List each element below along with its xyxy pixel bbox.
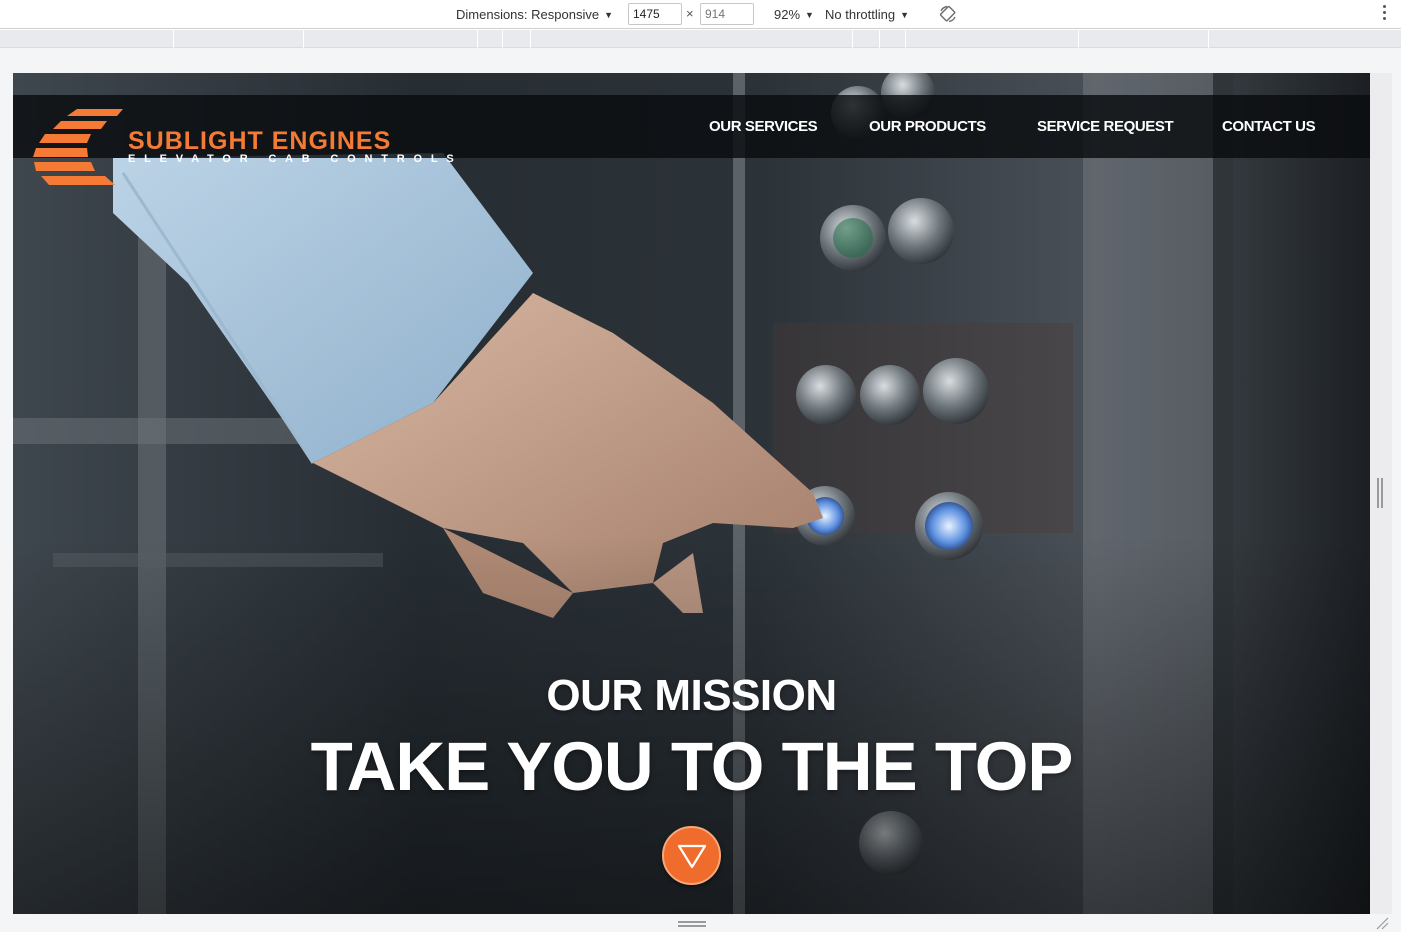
devtools-device-toolbar: Dimensions: Responsive ▼ × 92% ▼ No thrott… xyxy=(0,0,1401,29)
triangle-down-icon xyxy=(677,844,707,869)
chevron-down-icon: ▼ xyxy=(900,10,910,20)
site-viewport: SUBLIGHT ENGINES ELEVATOR CAB CONTROLS O… xyxy=(13,73,1370,914)
mission-kicker: OUR MISSION xyxy=(546,671,837,720)
throttling-dropdown[interactable]: No throttling ▼ xyxy=(825,6,909,23)
throttling-label: No throttling xyxy=(825,7,896,22)
logo-subtitle: ELEVATOR CAB CONTROLS xyxy=(128,153,463,165)
zoom-dropdown[interactable]: 92% ▼ xyxy=(774,6,814,23)
chevron-down-icon: ▼ xyxy=(805,10,814,20)
height-input[interactable] xyxy=(700,3,754,25)
resize-handle-bottom[interactable] xyxy=(678,921,706,929)
resize-handle-right[interactable] xyxy=(1377,478,1384,508)
dimensions-label: Dimensions: Responsive xyxy=(456,7,600,22)
times-symbol: × xyxy=(686,6,694,21)
site-header: SUBLIGHT ENGINES ELEVATOR CAB CONTROLS O… xyxy=(13,95,1370,185)
width-input[interactable] xyxy=(628,3,682,25)
media-query-ruler[interactable] xyxy=(0,30,1401,48)
dimensions-dropdown[interactable]: Dimensions: Responsive ▼ xyxy=(456,6,613,23)
nav-service-request[interactable]: SERVICE REQUEST xyxy=(1037,118,1174,138)
more-vertical-icon[interactable] xyxy=(1380,5,1388,23)
zoom-label: 92% xyxy=(774,7,801,22)
resize-handle-corner[interactable] xyxy=(1375,916,1389,930)
sublight-engines-logo[interactable]: SUBLIGHT ENGINES ELEVATOR CAB CONTROLS xyxy=(31,109,471,191)
chevron-down-icon: ▼ xyxy=(604,10,613,20)
logo-title: SUBLIGHT ENGINES xyxy=(128,127,392,155)
rotate-icon[interactable] xyxy=(938,4,958,24)
nav-contact-us[interactable]: CONTACT US xyxy=(1222,118,1316,138)
logo-mark-icon xyxy=(33,109,123,185)
scroll-down-button[interactable] xyxy=(662,826,721,885)
nav-our-products[interactable]: OUR PRODUCTS xyxy=(869,118,986,138)
nav-our-services[interactable]: OUR SERVICES xyxy=(709,118,818,138)
mission-headline: TAKE YOU TO THE TOP xyxy=(310,728,1074,805)
